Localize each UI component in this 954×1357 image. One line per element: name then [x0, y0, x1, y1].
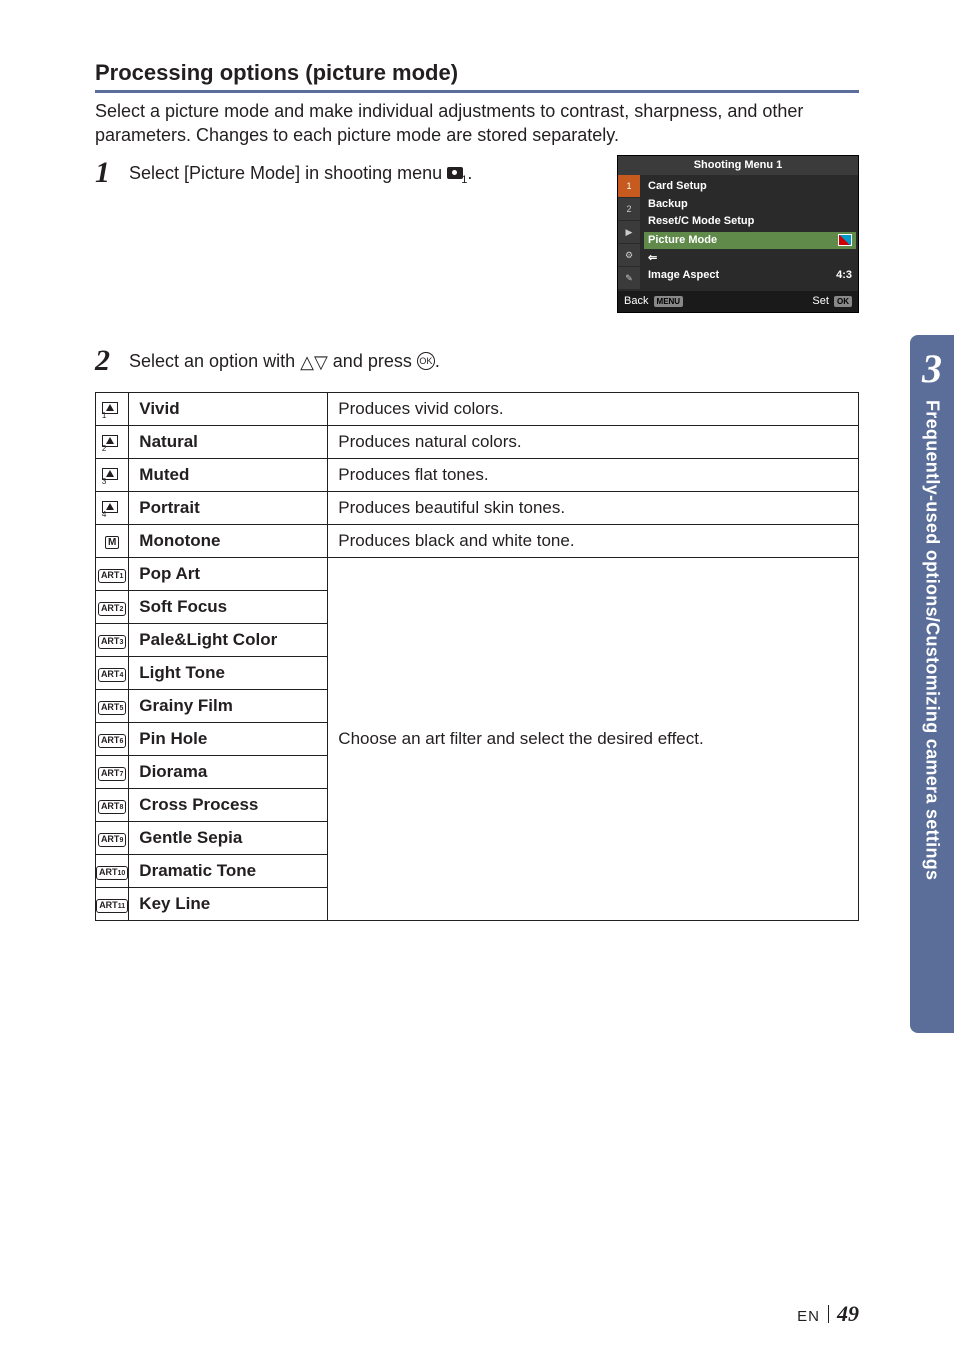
section-title: Processing options (picture mode)	[95, 60, 859, 93]
table-row: ART1Pop ArtChoose an art filter and sele…	[96, 557, 859, 590]
mode-icon: ART11	[96, 887, 129, 920]
menu-item: ⇐	[648, 250, 852, 267]
mode-label: Pin Hole	[129, 722, 328, 755]
footer-lang: EN	[797, 1308, 820, 1325]
menu-tab: ⚙	[618, 244, 640, 267]
mode-icon: M	[96, 524, 129, 557]
ok-button-icon: OK	[417, 352, 435, 370]
mode-label: Diorama	[129, 755, 328, 788]
table-row: 3MutedProduces flat tones.	[96, 458, 859, 491]
mode-icon: ART5	[96, 689, 129, 722]
mode-description: Produces vivid colors.	[328, 392, 859, 425]
palette-icon	[838, 234, 852, 246]
mode-label: Soft Focus	[129, 590, 328, 623]
mode-icon: ART10	[96, 854, 129, 887]
mode-label: Grainy Film	[129, 689, 328, 722]
mode-label: Portrait	[129, 491, 328, 524]
chapter-title: Frequently-used options/Customizing came…	[922, 400, 943, 880]
mode-label: Natural	[129, 425, 328, 458]
mode-icon: ART6	[96, 722, 129, 755]
mode-description: Produces beautiful skin tones.	[328, 491, 859, 524]
table-row: 1VividProduces vivid colors.	[96, 392, 859, 425]
step-2-number: 2	[95, 344, 129, 378]
up-down-triangle-icon: △▽	[300, 351, 328, 371]
mode-icon: ART9	[96, 821, 129, 854]
mode-icon: ART7	[96, 755, 129, 788]
mode-label: Pale&Light Color	[129, 623, 328, 656]
table-row: MMonotoneProduces black and white tone.	[96, 524, 859, 557]
camera-menu-screenshot: Shooting Menu 1 12▶⚙✎ Card Setup Backup …	[617, 155, 859, 313]
page-footer: EN 49	[797, 1301, 859, 1327]
menu-tab: ▶	[618, 221, 640, 244]
mode-label: Dramatic Tone	[129, 854, 328, 887]
mode-label: Vivid	[129, 392, 328, 425]
menu-item: Reset/C Mode Setup	[648, 213, 852, 230]
mode-icon: ART4	[96, 656, 129, 689]
mode-icon: ART8	[96, 788, 129, 821]
menu-tab: 1	[618, 175, 640, 198]
mode-icon: ART1	[96, 557, 129, 590]
menu-title: Shooting Menu 1	[618, 156, 858, 175]
menu-item: Backup	[648, 196, 852, 213]
mode-icon: 3	[96, 458, 129, 491]
table-row: 2NaturalProduces natural colors.	[96, 425, 859, 458]
chapter-number: 3	[922, 345, 942, 392]
footer-page-number: 49	[837, 1301, 859, 1327]
mode-label: Cross Process	[129, 788, 328, 821]
intro-text: Select a picture mode and make individua…	[95, 99, 859, 148]
mode-description: Produces black and white tone.	[328, 524, 859, 557]
mode-label: Monotone	[129, 524, 328, 557]
mode-icon: 4	[96, 491, 129, 524]
mode-icon: 2	[96, 425, 129, 458]
mode-label: Key Line	[129, 887, 328, 920]
chapter-side-tab: 3 Frequently-used options/Customizing ca…	[910, 335, 954, 1033]
mode-icon: 1	[96, 392, 129, 425]
mode-label: Pop Art	[129, 557, 328, 590]
step-2-text: Select an option with △▽ and press OK.	[129, 344, 859, 376]
menu-back: Back MENU	[624, 294, 683, 309]
step-1-number: 1	[95, 156, 129, 190]
mode-description: Choose an art filter and select the desi…	[328, 557, 859, 920]
menu-item: Image Aspect4:3	[648, 267, 852, 284]
menu-tab: ✎	[618, 267, 640, 290]
mode-label: Light Tone	[129, 656, 328, 689]
mode-description: Produces natural colors.	[328, 425, 859, 458]
menu-set: Set OK	[812, 294, 852, 309]
menu-item: Card Setup	[648, 178, 852, 195]
mode-icon: ART3	[96, 623, 129, 656]
mode-label: Gentle Sepia	[129, 821, 328, 854]
mode-label: Muted	[129, 458, 328, 491]
picture-mode-table: 1VividProduces vivid colors.2NaturalProd…	[95, 392, 859, 921]
menu-item-highlight: Picture Mode	[644, 232, 856, 249]
mode-description: Produces flat tones.	[328, 458, 859, 491]
menu-tab: 2	[618, 198, 640, 221]
camera-icon	[447, 167, 463, 179]
mode-icon: ART2	[96, 590, 129, 623]
table-row: 4PortraitProduces beautiful skin tones.	[96, 491, 859, 524]
